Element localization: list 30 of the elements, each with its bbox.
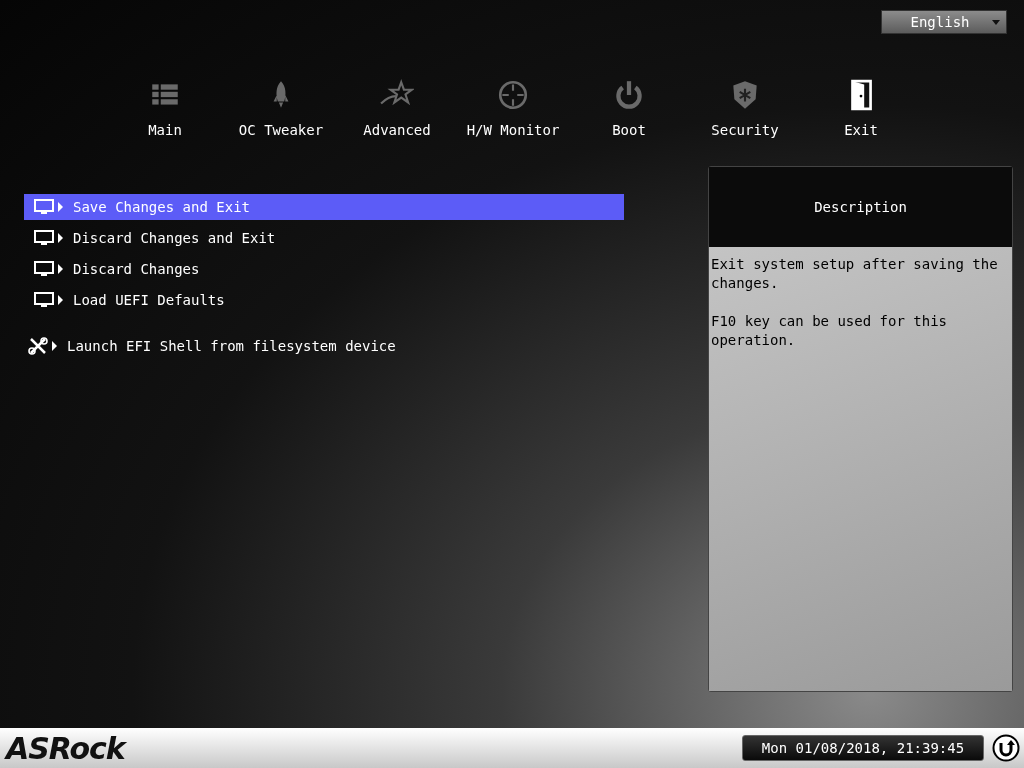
- monitor-icon: [34, 199, 54, 215]
- description-text: F10 key can be used for this operation.: [711, 312, 948, 350]
- target-icon: [496, 78, 530, 112]
- panel-title: Description: [814, 199, 907, 215]
- nav-tab[interactable]: Advanced: [339, 78, 455, 138]
- arrow-icon: [58, 295, 63, 305]
- monitor-icon: [34, 261, 54, 277]
- menu-item[interactable]: Discard Changes and Exit: [24, 225, 624, 251]
- arrow-icon: [58, 233, 63, 243]
- nav-tab[interactable]: OC Tweaker: [223, 78, 339, 138]
- menu-item[interactable]: Launch EFI Shell from filesystem device: [24, 333, 624, 359]
- menu-item[interactable]: Save Changes and Exit: [24, 194, 624, 220]
- tools-icon: [28, 337, 48, 355]
- caret-icon: [991, 19, 1000, 25]
- menu-item[interactable]: Load UEFI Defaults: [24, 287, 624, 313]
- language-dropdown[interactable]: English: [881, 10, 1007, 34]
- nav-tab[interactable]: Exit: [803, 78, 919, 138]
- nav-tab[interactable]: Security: [687, 78, 803, 138]
- nav-tab[interactable]: Boot: [571, 78, 687, 138]
- arrow-icon: [58, 202, 63, 212]
- nav-tab[interactable]: Main: [107, 78, 223, 138]
- monitor-icon: [34, 292, 54, 308]
- monitor-icon: [34, 230, 54, 246]
- brand-logo: ASRock: [6, 730, 125, 766]
- description-text: Exit system setup after saving the changes.: [711, 255, 999, 293]
- nav-tab[interactable]: H/W Monitor: [455, 78, 571, 138]
- date-time: Mon 01/08/2018, 21:39:45: [742, 735, 984, 761]
- menu-item[interactable]: Discard Changes: [24, 256, 624, 282]
- arrow-icon: [58, 264, 63, 274]
- arrow-icon: [52, 341, 57, 351]
